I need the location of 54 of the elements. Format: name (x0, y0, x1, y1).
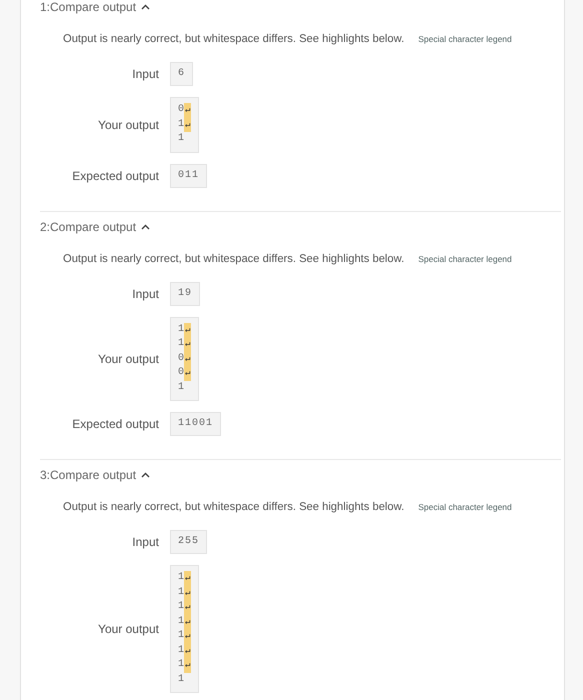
row-label: Expected output (71, 417, 159, 431)
section-title[interactable]: 1:Compare output (40, 0, 136, 14)
section-title[interactable]: 2:Compare output (40, 220, 136, 234)
chevron-up-icon[interactable] (141, 224, 150, 230)
newline-mark: ↵ (184, 352, 192, 366)
expected-value: 11001 (170, 412, 222, 436)
input-value: 19 (170, 282, 200, 306)
row-label: Your output (97, 352, 159, 366)
newline-mark: ↵ (184, 103, 192, 118)
newline-mark: ↵ (184, 629, 192, 644)
chevron-up-icon[interactable] (141, 4, 150, 10)
output-line: 1 (178, 324, 184, 336)
row-label: Input (131, 535, 159, 549)
chevron-up-icon[interactable] (141, 472, 150, 478)
output-line: 1 (178, 616, 184, 628)
output-line: 1 (178, 674, 184, 686)
output-line: 1 (178, 644, 184, 657)
row-label: Your output (97, 118, 159, 132)
row-label: Expected output (71, 168, 159, 182)
expected-value: 011 (170, 164, 208, 188)
output-line: 1 (178, 338, 184, 350)
section-title[interactable]: 3:Compare output (40, 468, 136, 482)
newline-mark: ↵ (184, 337, 192, 352)
row-label: Your output (97, 622, 159, 636)
legend-link[interactable]: Special character legend (418, 502, 512, 512)
output-line: 1 (178, 630, 184, 642)
newline-mark: ↵ (184, 322, 192, 337)
row-label: Input (131, 286, 159, 300)
output-line: 1 (178, 382, 184, 394)
output-line: 0 (178, 352, 184, 365)
status-message: Output is nearly correct, but whitespace differs. See highlights below. (63, 33, 404, 45)
newline-mark: ↵ (184, 586, 192, 600)
status-message: Output is nearly correct, but whitespace differs. See highlights below. (63, 501, 404, 513)
status-message: Output is nearly correct, but whitespace differs. See highlights below. (63, 252, 404, 264)
output-line: 1 (178, 118, 184, 131)
legend-link[interactable]: Special character legend (418, 34, 512, 44)
legend-link[interactable]: Special character legend (418, 254, 512, 264)
input-value: 255 (170, 530, 208, 554)
newline-mark: ↵ (184, 571, 192, 586)
newline-mark: ↵ (184, 118, 192, 132)
output-line: 1 (178, 586, 184, 599)
output-line: 0 (178, 104, 184, 116)
newline-mark: ↵ (184, 658, 192, 672)
newline-mark: ↵ (184, 600, 192, 614)
output-line: 1 (178, 572, 184, 584)
output-line: 1 (178, 601, 184, 614)
newline-mark: ↵ (184, 614, 192, 629)
newline-mark: ↵ (184, 644, 192, 658)
row-label: Input (131, 67, 159, 81)
output-line: 1 (178, 659, 184, 672)
output-line: 1 (178, 133, 184, 146)
output-line: 0 (178, 367, 184, 380)
newline-mark: ↵ (184, 366, 192, 380)
input-value: 6 (170, 62, 194, 86)
